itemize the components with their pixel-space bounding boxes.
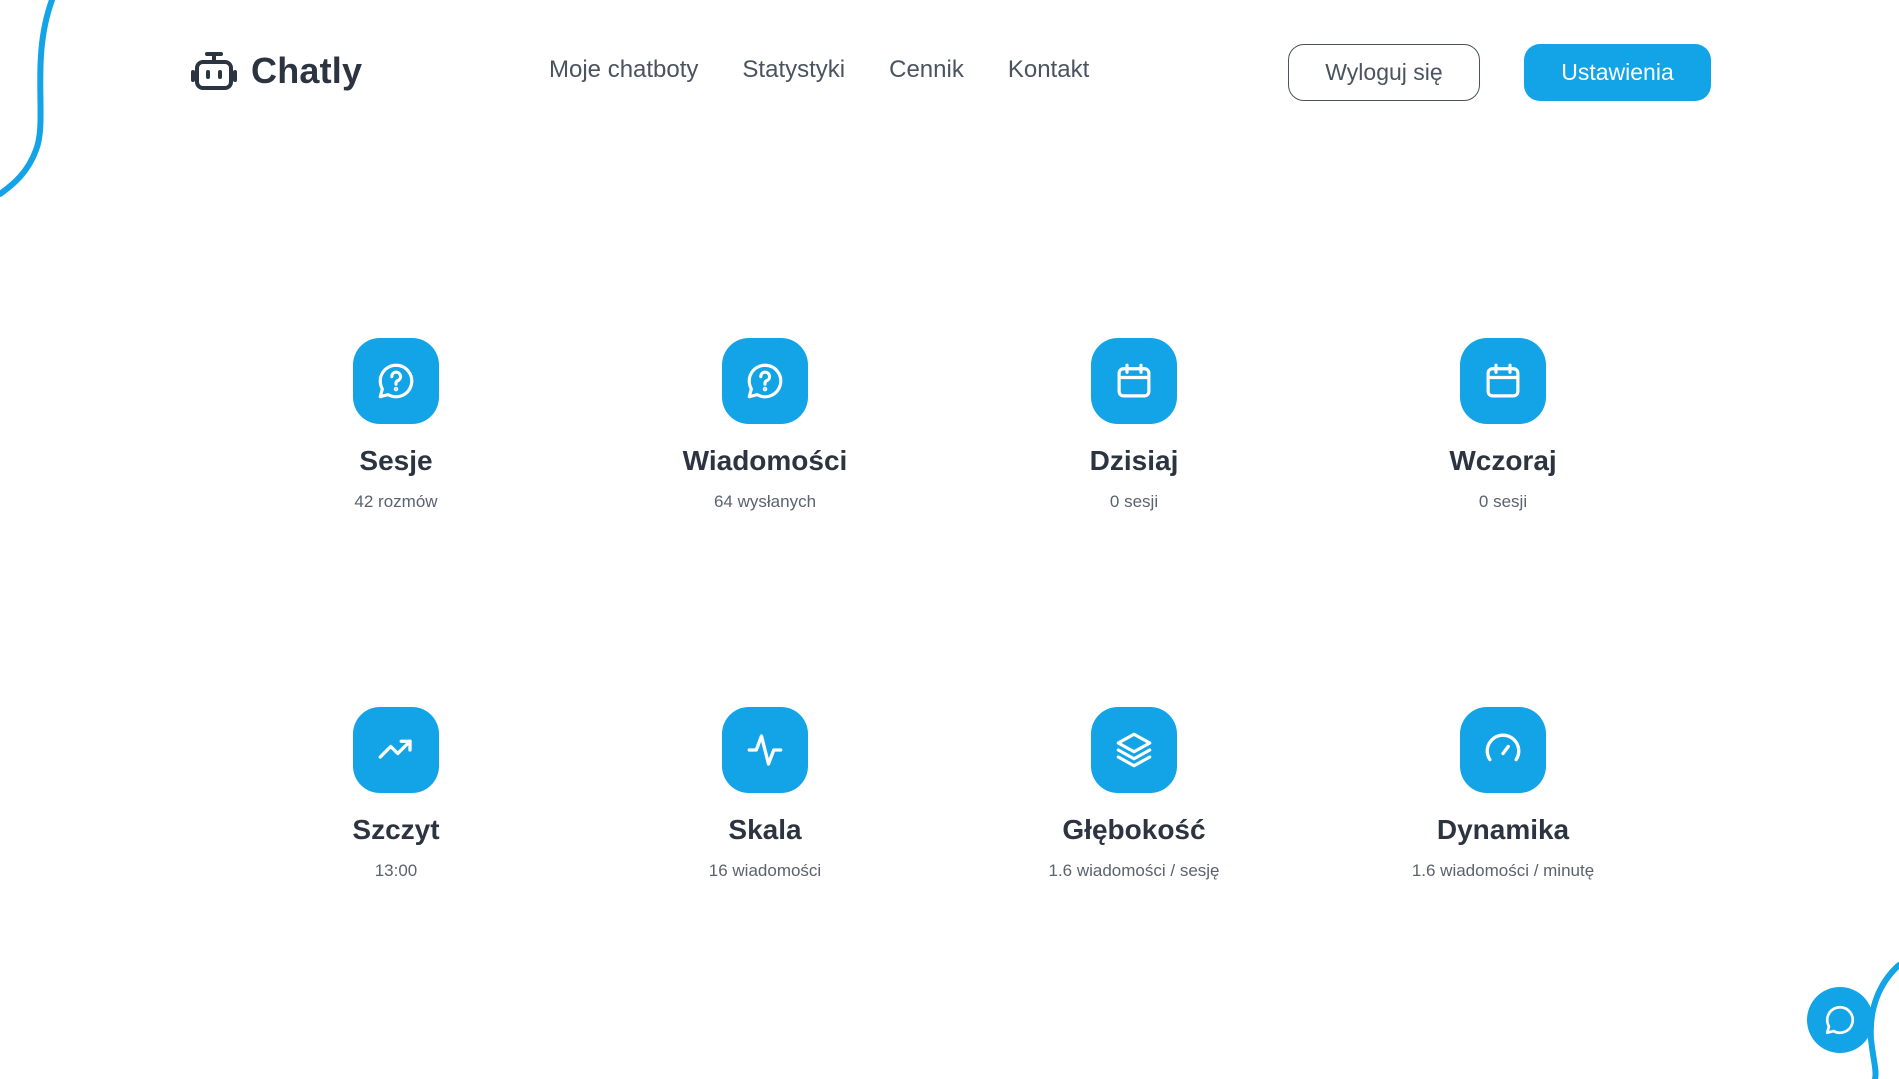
stat-title: Szczyt [352, 814, 440, 845]
chat-bubble-icon [1825, 1005, 1855, 1035]
message-question-icon [378, 363, 414, 399]
stat-icon-tile [1460, 338, 1546, 424]
stats-grid: Sesje 42 rozmów Wiadomości 64 wysłanych [0, 0, 1899, 1079]
calendar-icon [1486, 363, 1520, 398]
stat-card-glebokosc: Głębokość 1.6 wiadomości / sesję [974, 707, 1294, 881]
stat-card-skala: Skala 16 wiadomości [605, 707, 925, 881]
stat-value: 0 sesji [1109, 492, 1159, 511]
stat-title: Dynamika [1436, 814, 1570, 845]
stat-icon-tile [722, 338, 808, 424]
stat-card-wiadomosci: Wiadomości 64 wysłanych [605, 338, 925, 512]
stat-icon-tile [1460, 707, 1546, 793]
gauge-icon [1485, 733, 1521, 762]
chat-widget-button[interactable] [1807, 987, 1873, 1053]
stat-value: 64 wysłanych [713, 492, 817, 511]
stat-icon-tile [353, 707, 439, 793]
stat-value: 1.6 wiadomości / sesję [1048, 861, 1220, 880]
stat-title: Wiadomości [682, 445, 848, 476]
message-question-icon [747, 363, 783, 399]
stat-card-dynamika: Dynamika 1.6 wiadomości / minutę [1343, 707, 1663, 881]
trending-up-icon [378, 739, 412, 759]
stat-icon-tile [722, 707, 808, 793]
calendar-icon [1117, 363, 1151, 398]
stat-card-sesje: Sesje 42 rozmów [236, 338, 556, 512]
stat-value: 1.6 wiadomości / minutę [1411, 861, 1595, 880]
stat-title: Wczoraj [1449, 445, 1557, 476]
stat-card-dzisiaj: Dzisiaj 0 sesji [974, 338, 1294, 512]
stat-card-wczoraj: Wczoraj 0 sesji [1343, 338, 1663, 512]
layers-icon [1116, 732, 1152, 768]
page: Chatly Moje chatboty Statystyki Cennik K… [0, 0, 1899, 1079]
stat-value: 0 sesji [1478, 492, 1528, 511]
stat-icon-tile [1091, 707, 1177, 793]
stat-icon-tile [353, 338, 439, 424]
stat-value: 16 wiadomości [708, 861, 822, 880]
stat-title: Sesje [359, 445, 433, 476]
stat-title: Głębokość [1062, 814, 1206, 845]
stat-card-szczyt: Szczyt 13:00 [236, 707, 556, 881]
stat-title: Skala [728, 814, 802, 845]
stat-value: 42 rozmów [354, 492, 438, 511]
stat-icon-tile [1091, 338, 1177, 424]
stat-title: Dzisiaj [1089, 445, 1179, 476]
activity-icon [747, 734, 783, 766]
stat-value: 13:00 [374, 861, 418, 880]
